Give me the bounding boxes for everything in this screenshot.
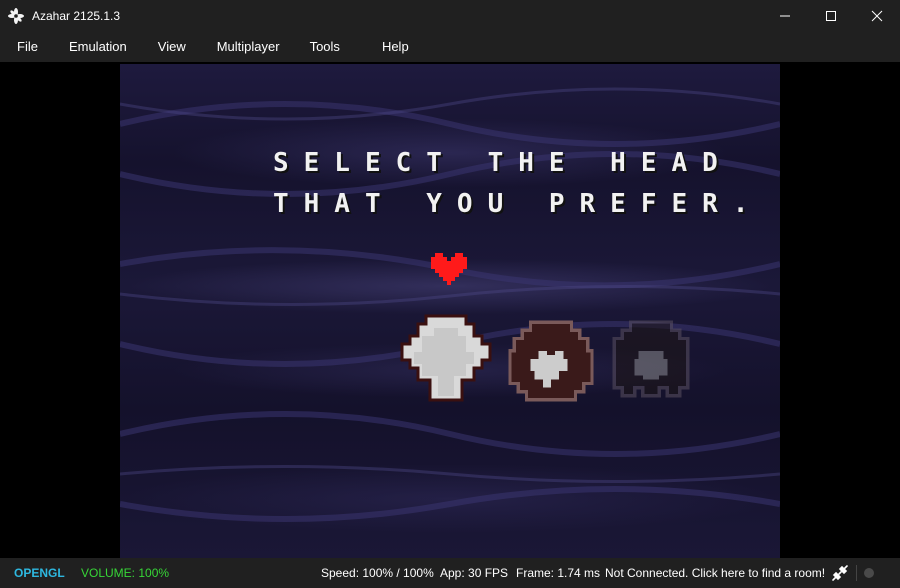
menu-bar: File Emulation View Multiplayer Tools He… — [0, 32, 900, 62]
network-status-link[interactable]: Not Connected. Click here to find a room… — [605, 558, 825, 588]
close-button[interactable] — [854, 0, 900, 32]
wavy-background — [120, 87, 780, 522]
menu-help[interactable]: Help — [371, 32, 420, 62]
renderer-indicator[interactable]: OPENGL — [14, 558, 65, 588]
menu-file[interactable]: File — [6, 32, 49, 62]
menu-tools[interactable]: Tools — [299, 32, 351, 62]
red-heart-soul-icon — [431, 253, 467, 285]
fps-indicator: App: 30 FPS — [440, 566, 509, 580]
head-option-3[interactable] — [610, 318, 692, 404]
close-icon — [871, 10, 883, 22]
game-screen[interactable]: SELECT THE HEAD THAT YOU PREFER. — [120, 64, 780, 558]
menu-view[interactable]: View — [147, 32, 197, 62]
emulator-viewport[interactable]: SELECT THE HEAD THAT YOU PREFER. — [0, 62, 900, 558]
status-bar: OPENGL VOLUME: 100% Speed: 100% / 100% A… — [0, 558, 900, 588]
menu-multiplayer[interactable]: Multiplayer — [206, 32, 291, 62]
menu-emulation[interactable]: Emulation — [58, 32, 138, 62]
window-title: Azahar 2125.1.3 — [32, 9, 121, 23]
head-option-2[interactable] — [506, 318, 596, 404]
status-separator — [856, 565, 857, 581]
speed-indicator: Speed: 100% / 100% — [321, 566, 434, 580]
frame-time-indicator: Frame: 1.74 ms — [516, 566, 601, 580]
azahar-flower-icon — [8, 8, 24, 24]
title-bar: Azahar 2125.1.3 — [0, 0, 900, 32]
minimize-icon — [780, 15, 790, 17]
network-disconnected-icon[interactable] — [831, 564, 849, 582]
volume-indicator[interactable]: VOLUME: 100% — [81, 558, 169, 588]
multiplayer-status-dot — [864, 568, 874, 578]
head-option-1[interactable] — [398, 312, 494, 412]
prompt-line-2: THAT YOU PREFER. — [273, 189, 764, 219]
maximize-button[interactable] — [808, 0, 854, 32]
prompt-line-1: SELECT THE HEAD — [273, 148, 733, 178]
window-controls — [762, 0, 900, 32]
minimize-button[interactable] — [762, 0, 808, 32]
maximize-icon — [826, 11, 836, 21]
